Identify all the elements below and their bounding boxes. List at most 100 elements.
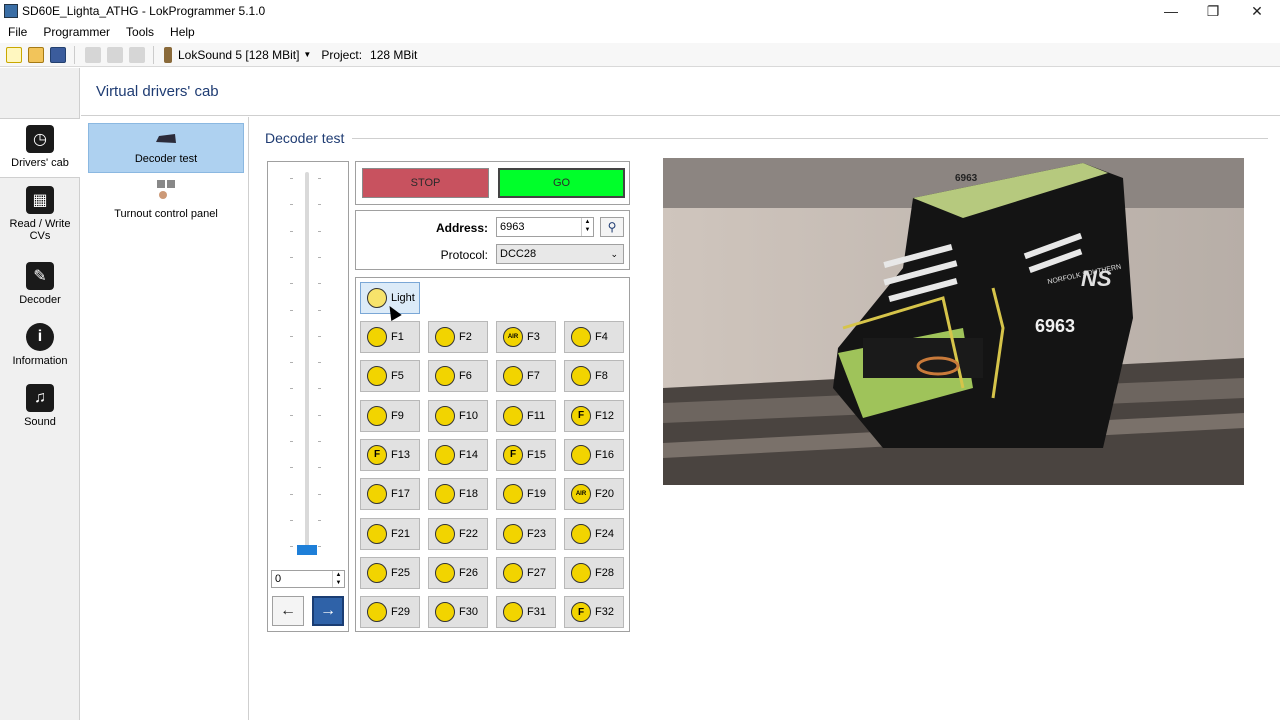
cv-icon: ▦ (26, 186, 54, 214)
decoder-type-dropdown[interactable]: LokSound 5 [128 MBit] ▼ (178, 48, 311, 62)
menu-programmer[interactable]: Programmer (35, 25, 118, 39)
function-button-f26[interactable]: F26 (428, 556, 488, 589)
menu-help[interactable]: Help (162, 25, 203, 39)
nav-read-write-cvs[interactable]: ▦ Read / Write CVs (0, 186, 80, 242)
slider-tick (290, 283, 293, 285)
function-label: F2 (459, 331, 472, 343)
slider-tick (290, 414, 293, 416)
function-button-f6[interactable]: F6 (428, 360, 488, 393)
speed-spinner[interactable]: ▲ ▼ (332, 571, 344, 587)
menu-file[interactable]: File (0, 25, 35, 39)
stop-go-panel: STOP GO (355, 161, 630, 205)
function-button-f32[interactable]: F F32 (564, 596, 624, 629)
function-button-f12[interactable]: F F12 (564, 399, 624, 432)
function-button-f9[interactable]: F9 (360, 399, 420, 432)
slider-tick (318, 230, 321, 232)
restore-button[interactable]: ❐ (1190, 0, 1236, 22)
nav-label: Sound (24, 416, 56, 428)
slider-tick (290, 230, 293, 232)
function-button-f20[interactable]: AIR F20 (564, 478, 624, 511)
address-spinner[interactable]: ▲ ▼ (581, 218, 593, 236)
function-button-f13[interactable]: F F13 (360, 438, 420, 471)
function-button-f3[interactable]: AIR F3 (496, 321, 556, 353)
function-button-f30[interactable]: F30 (428, 596, 488, 629)
subnav-turnout-control-panel[interactable]: Turnout control panel (88, 175, 244, 225)
subnav-label: Turnout control panel (114, 208, 218, 220)
function-button-f10[interactable]: F10 (428, 399, 488, 432)
go-button[interactable]: GO (498, 168, 625, 198)
function-button-f4[interactable]: F4 (564, 321, 624, 353)
function-button-f29[interactable]: F29 (360, 596, 420, 629)
function-button-f15[interactable]: F F15 (496, 438, 556, 471)
app-icon (4, 4, 18, 18)
function-button-f23[interactable]: F23 (496, 517, 556, 550)
speed-input[interactable]: 0 ▲ ▼ (271, 570, 345, 588)
protocol-select[interactable]: DCC28 ⌄ (496, 244, 624, 264)
toolbar: LokSound 5 [128 MBit] ▼ Project: 128 MBi… (0, 43, 1280, 67)
address-input[interactable]: 6963 ▲ ▼ (496, 217, 594, 237)
function-button-f25[interactable]: F25 (360, 556, 420, 589)
function-button-f28[interactable]: F28 (564, 556, 624, 589)
function-button-f7[interactable]: F7 (496, 360, 556, 393)
menu-tools[interactable]: Tools (118, 25, 162, 39)
subnav-decoder-test[interactable]: Decoder test (88, 123, 244, 173)
minimize-button[interactable]: — (1148, 0, 1194, 22)
function-button-f18[interactable]: F18 (428, 478, 488, 511)
sound-write-icon[interactable] (129, 46, 145, 63)
forward-button[interactable]: → (312, 596, 344, 626)
horn-icon (571, 523, 591, 544)
read-icon[interactable] (85, 46, 101, 63)
function-button-f21[interactable]: F21 (360, 517, 420, 550)
crossing-icon (503, 484, 523, 505)
speed-slider-thumb[interactable] (297, 545, 317, 555)
slider-tick (290, 335, 293, 337)
slider-tick (318, 204, 321, 206)
fan-icon (571, 327, 591, 347)
function-label: F20 (595, 488, 614, 501)
side-number: 6963 (1035, 316, 1075, 336)
write-icon[interactable] (107, 46, 123, 63)
page-header: Virtual drivers' cab (81, 68, 1280, 116)
new-file-icon[interactable] (6, 46, 22, 63)
slider-tick (290, 178, 293, 179)
function-button-f16[interactable]: F16 (564, 438, 624, 471)
gauge-icon (435, 562, 455, 583)
function-button-f14[interactable]: F14 (428, 438, 488, 471)
nav-decoder[interactable]: ✎ Decoder (0, 262, 80, 306)
function-button-f8[interactable]: F8 (564, 360, 624, 393)
function-button-f11[interactable]: F11 (496, 399, 556, 432)
reverse-button[interactable]: ← (272, 596, 304, 626)
function-button-f5[interactable]: F5 (360, 360, 420, 393)
search-icon[interactable]: ⚲ (600, 217, 624, 237)
door-icon (503, 523, 523, 544)
function-button-f2[interactable]: F2 (428, 321, 488, 353)
function-button-f19[interactable]: F19 (496, 478, 556, 511)
function-label: F31 (527, 606, 546, 619)
function-button-f27[interactable]: F27 (496, 556, 556, 589)
nav-information[interactable]: i Information (0, 323, 80, 367)
programmer-icon[interactable] (164, 46, 172, 63)
stop-button[interactable]: STOP (362, 168, 489, 198)
nav-drivers-cab[interactable]: ◷ Drivers' cab (0, 118, 80, 178)
compressor-icon (435, 366, 455, 387)
nav-sound[interactable]: ♫ Sound (0, 384, 80, 428)
toolbar-separator (153, 45, 154, 64)
open-folder-icon[interactable] (28, 46, 44, 63)
function-icon: F (367, 444, 387, 465)
function-button-f24[interactable]: F24 (564, 517, 624, 550)
slider-tick (290, 309, 293, 311)
slider-tick (290, 256, 293, 258)
function-button-f31[interactable]: F31 (496, 596, 556, 629)
address-value: 6963 (500, 221, 525, 233)
speed-slider-track[interactable] (305, 172, 309, 552)
save-icon[interactable] (50, 46, 66, 63)
function-label: F8 (595, 370, 608, 383)
function-label: F28 (595, 566, 614, 579)
close-button[interactable]: ✕ (1234, 0, 1280, 22)
function-button-f1[interactable]: F1 (360, 321, 420, 353)
function-button-f17[interactable]: F17 (360, 478, 420, 511)
slider-tick (290, 441, 293, 442)
function-label: F1 (391, 331, 404, 343)
function-button-f22[interactable]: F22 (428, 517, 488, 550)
address-label: Address: (435, 221, 488, 235)
